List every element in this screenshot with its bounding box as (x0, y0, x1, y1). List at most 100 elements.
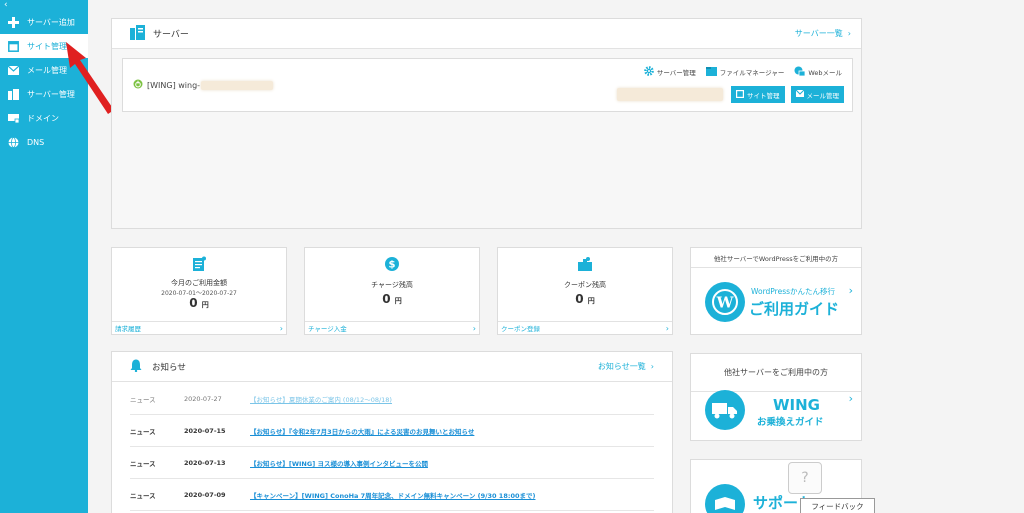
mail-manage-button-label: メール管理 (806, 91, 840, 100)
redacted-domain (617, 88, 723, 101)
stat-title: 今月のご利用金額 (171, 279, 227, 287)
stat-title: チャージ残高 (371, 281, 413, 289)
server-card: [WING] wing- サーバー管理 ファイルマネージャー Webメール サイ… (122, 58, 853, 112)
truck-icon (705, 390, 745, 430)
banner-line1: WordPressかんたん移行 (751, 287, 836, 296)
invoice-icon (192, 256, 206, 274)
coupon-register-link[interactable]: クーポン登録 › (498, 321, 672, 334)
sidebar-item-label: DNS (27, 137, 45, 147)
server-manage-link[interactable]: サーバー管理 (644, 66, 696, 78)
banner-caption: 他社サーバーでWordPressをご利用中の方 (691, 248, 861, 268)
news-title: お知らせ (152, 362, 186, 373)
server-list-link[interactable]: サーバー一覧 › (795, 28, 851, 39)
stat-footer-label: クーポン登録 (501, 325, 540, 333)
server-icon (7, 88, 19, 100)
news-title-link[interactable]: 【お知らせ】夏期休業のご案内 (08/12〜08/18) (250, 394, 392, 404)
stat-value-number: 0 (382, 292, 391, 306)
globe-icon (7, 136, 19, 148)
news-row: ニュース 2020-07-09 【キャンペーン】[WING] ConoHa 7周… (130, 479, 654, 511)
book-icon (705, 484, 745, 513)
sidebar-item-label: ドメイン (27, 113, 59, 123)
server-list-link-label: サーバー一覧 (794, 29, 843, 38)
news-list-link-label: お知らせ一覧 (597, 362, 646, 371)
stat-unit: 円 (201, 301, 209, 309)
folder-icon (705, 66, 717, 78)
stat-value-number: 0 (575, 292, 584, 306)
dollar-icon: $ (384, 256, 400, 274)
stat-card-monthly-usage: 今月のご利用金額 2020-07-01〜2020-07-27 0 円 請求履歴 › (111, 247, 287, 335)
mail-icon (795, 89, 804, 99)
chevron-right-icon: › (665, 323, 669, 333)
banner-line2: ご利用ガイド (749, 300, 840, 318)
server-panel-title: サーバー (153, 30, 189, 40)
news-category: ニュース (130, 459, 156, 468)
webmail-label: Webメール (808, 69, 842, 77)
news-panel: お知らせ お知らせ一覧 › ニュース 2020-07-27 【お知らせ】夏期休業… (111, 351, 673, 513)
sidebar-item-label: サーバー追加 (27, 17, 75, 27)
stat-card-charge-balance: $ チャージ残高 0 円 チャージ入金 › (304, 247, 480, 335)
gear-icon (644, 66, 654, 78)
wing-switch-banner[interactable]: 他社サーバーをご利用中の方 WING お乗換えガイド › (690, 353, 862, 441)
mail-icon (7, 64, 19, 76)
server-buttons: サイト管理 メール管理 (617, 86, 844, 103)
webmail-link[interactable]: Webメール (794, 66, 842, 78)
charge-deposit-link[interactable]: チャージ入金 › (305, 321, 479, 334)
sidebar-item-dns[interactable]: DNS (0, 130, 88, 154)
webmail-icon (794, 66, 806, 78)
file-manager-label: ファイルマネージャー (719, 69, 785, 77)
sidebar-collapse-button[interactable]: ‹ (0, 0, 88, 10)
billing-history-link[interactable]: 請求履歴 › (112, 321, 286, 334)
news-category: ニュース (130, 395, 156, 404)
stat-value: 0 円 (498, 292, 672, 306)
news-row: ニュース 2020-07-13 【お知らせ】[WING] ヨス様の導入事例インタ… (130, 447, 654, 479)
banner-line2: お乗換えガイド (757, 417, 824, 428)
news-date: 2020-07-09 (184, 490, 226, 499)
chevron-right-icon: › (848, 284, 853, 297)
stat-title: クーポン残高 (564, 281, 606, 289)
site-manage-button-label: サイト管理 (747, 91, 780, 100)
server-name-label: [WING] wing- (147, 80, 201, 90)
window-icon (7, 40, 19, 52)
svg-text:$: $ (389, 260, 396, 271)
sidebar-item-add-server[interactable]: サーバー追加 (0, 10, 88, 34)
window-icon (736, 89, 745, 100)
banner-caption: 他社サーバーをご利用中の方 (691, 354, 861, 392)
stat-value: 0 円 (112, 296, 286, 310)
news-category: ニュース (130, 427, 156, 436)
server-tools: サーバー管理 ファイルマネージャー Webメール (644, 66, 842, 78)
server-panel: サーバー サーバー一覧 › [WING] wing- サーバー管理 ファイルマネ… (111, 18, 862, 229)
news-row: ニュース 2020-07-27 【お知らせ】夏期休業のご案内 (08/12〜08… (130, 383, 654, 415)
news-title-link[interactable]: 【お知らせ】[WING] ヨス様の導入事例インタビューを公開 (250, 458, 428, 468)
chevron-right-icon: › (472, 323, 476, 333)
news-date: 2020-07-15 (184, 426, 226, 435)
server-manage-label: サーバー管理 (656, 69, 696, 77)
domain-icon (7, 112, 19, 124)
bell-icon (130, 359, 142, 374)
news-category: ニュース (130, 491, 156, 500)
news-title-link[interactable]: 【お知らせ】『令和2年7月3日からの大雨』による災害のお見舞いとお知らせ (250, 426, 474, 436)
redacted-server-id (201, 80, 274, 90)
stat-footer-label: 請求履歴 (115, 325, 141, 333)
news-list-link[interactable]: お知らせ一覧 › (598, 361, 654, 372)
stat-unit: 円 (394, 297, 402, 305)
chevron-right-icon: › (848, 392, 853, 405)
site-manage-button[interactable]: サイト管理 (731, 86, 785, 103)
stat-footer-label: チャージ入金 (308, 325, 347, 333)
news-header: お知らせ お知らせ一覧 › (112, 352, 672, 382)
stat-card-coupon-balance: クーポン残高 0 円 クーポン登録 › (497, 247, 673, 335)
server-icon (130, 25, 145, 42)
help-button[interactable]: ? (788, 462, 822, 494)
stat-unit: 円 (587, 297, 595, 305)
news-title-link[interactable]: 【キャンペーン】[WING] ConoHa 7周年記念、ドメイン無料キャンペーン… (250, 490, 535, 500)
feedback-button[interactable]: フィードバック (800, 498, 875, 513)
chevron-right-icon: › (279, 323, 283, 333)
mail-manage-button[interactable]: メール管理 (790, 86, 844, 103)
news-row: ニュース 2020-07-15 【お知らせ】『令和2年7月3日からの大雨』による… (130, 415, 654, 447)
server-name[interactable]: [WING] wing- (133, 79, 274, 91)
wordpress-migration-banner[interactable]: 他社サーバーでWordPressをご利用中の方 W WordPressかんたん移… (690, 247, 862, 335)
file-manager-link[interactable]: ファイルマネージャー (705, 66, 785, 78)
stat-value-number: 0 (189, 296, 198, 310)
banner-line1: WING (773, 396, 820, 414)
news-date: 2020-07-27 (184, 394, 222, 403)
svg-text:W: W (716, 294, 735, 312)
